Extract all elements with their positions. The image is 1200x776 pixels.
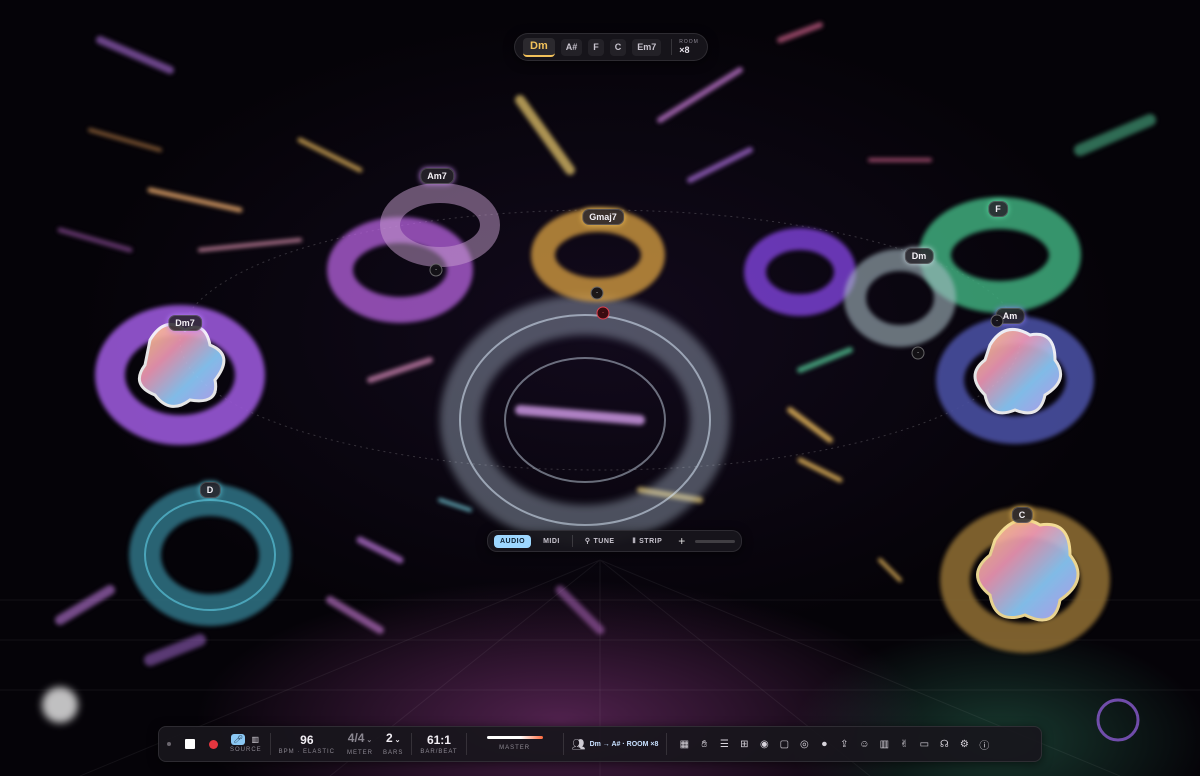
source-label: SOURCE bbox=[230, 747, 262, 753]
master-volume[interactable]: MASTER bbox=[483, 736, 547, 752]
torus-handle-icon[interactable]: · bbox=[911, 346, 925, 360]
grid-icon[interactable]: ▦ bbox=[675, 739, 693, 750]
add-button[interactable]: + bbox=[674, 534, 689, 548]
meter-label: METER bbox=[347, 750, 374, 756]
chord-label-dm7[interactable]: Dm7 bbox=[168, 315, 202, 331]
divider bbox=[269, 733, 271, 755]
stop-button[interactable] bbox=[185, 739, 195, 749]
chord-label-am7[interactable]: Am7 bbox=[420, 168, 454, 184]
bottom-right-ring bbox=[1096, 698, 1140, 742]
bars-value: 2 bbox=[385, 731, 393, 745]
meter-control[interactable]: 4/4 ⌄ METER bbox=[347, 731, 373, 757]
help-icon[interactable]: ⓘ bbox=[975, 737, 993, 752]
torus-d bbox=[129, 484, 291, 626]
torus-handle-icon[interactable]: · bbox=[429, 263, 443, 277]
status-dot bbox=[167, 742, 171, 746]
audio-mode-button[interactable]: AUDIO bbox=[494, 534, 532, 548]
bars-control[interactable]: 2 ⌄ BARS bbox=[383, 731, 403, 757]
scene-canvas[interactable]: Dm A# F C Em7 ROOM ×8 Am7 Gmaj7 Dm7 F Dm… bbox=[0, 0, 1200, 776]
torus-dm bbox=[844, 249, 956, 347]
microphone-icon[interactable]: 🎤︎ bbox=[231, 734, 246, 745]
torus-handle-icon[interactable]: · bbox=[990, 314, 1004, 328]
folder-icon[interactable]: ▭ bbox=[915, 739, 933, 750]
masks-icon[interactable]: ☺ bbox=[855, 739, 873, 750]
meter-value: 4/4 bbox=[347, 731, 365, 745]
divider bbox=[666, 733, 668, 755]
chord-chip-1[interactable]: Dm bbox=[523, 37, 555, 57]
strip-button[interactable]: ⦀ STRIP bbox=[627, 535, 669, 548]
keyboard-icon[interactable]: ▥ bbox=[250, 735, 260, 744]
chord-chip-3[interactable]: F bbox=[588, 38, 604, 56]
torus-c bbox=[940, 507, 1110, 653]
position-value: 61:1 bbox=[426, 732, 451, 747]
chord-label-f[interactable]: F bbox=[988, 201, 1008, 217]
divider bbox=[571, 535, 573, 547]
pads-icon[interactable]: ⊞ bbox=[735, 739, 753, 750]
target-icon[interactable]: ◎ bbox=[795, 739, 813, 750]
strip-label: STRIP bbox=[639, 537, 663, 545]
room-value: ×8 bbox=[679, 45, 690, 55]
bars-label: BARS bbox=[383, 750, 404, 756]
bpm-control[interactable]: 96 BPM · ELASTIC bbox=[279, 733, 335, 756]
package-icon[interactable]: ▢ bbox=[775, 739, 793, 750]
midi-mode-button[interactable]: MIDI bbox=[537, 535, 566, 548]
divider bbox=[465, 733, 467, 755]
input-mode-bar: AUDIO MIDI ⚲ TUNE ⦀ STRIP + bbox=[487, 530, 743, 552]
bpm-label: BPM · ELASTIC bbox=[278, 748, 336, 755]
master-label: MASTER bbox=[499, 745, 531, 751]
torus-am bbox=[936, 316, 1094, 444]
chord-label-gmaj7[interactable]: Gmaj7 bbox=[582, 209, 624, 225]
torus-f bbox=[919, 197, 1081, 313]
gesture-icon[interactable]: ✋︎ bbox=[695, 739, 713, 750]
position-label: BAR/BEAT bbox=[420, 748, 458, 755]
torus-violet bbox=[744, 228, 856, 316]
piano-icon[interactable]: ▥ bbox=[875, 739, 893, 750]
users-icon: 👥︎ bbox=[571, 738, 586, 751]
input-level-slider[interactable] bbox=[695, 539, 736, 543]
source-selector[interactable]: 🎤︎ ▥ SOURCE bbox=[230, 734, 262, 754]
position-display[interactable]: 61:1 BAR/BEAT bbox=[420, 733, 457, 756]
route-text: Dm → A# · ROOM ×8 bbox=[589, 740, 659, 748]
divider bbox=[411, 733, 413, 755]
chord-chip-2[interactable]: A# bbox=[560, 38, 583, 56]
torus-gmaj7 bbox=[531, 208, 665, 302]
bottom-left-glow bbox=[42, 687, 78, 723]
chevron-down-icon: ⌄ bbox=[364, 737, 373, 744]
share-icon[interactable]: ⇪ bbox=[835, 739, 853, 750]
hand-wave-icon[interactable]: ✌︎ bbox=[895, 739, 913, 750]
record-arm-icon[interactable]: · bbox=[596, 306, 610, 320]
record-circle-icon[interactable]: ⏺︎ bbox=[815, 739, 833, 750]
chord-label-c[interactable]: C bbox=[1011, 507, 1033, 523]
master-volume-slider[interactable] bbox=[486, 736, 543, 739]
settings-icon[interactable]: ⚙︎ bbox=[955, 739, 973, 750]
chord-chip-4[interactable]: C bbox=[609, 38, 627, 56]
tune-label: TUNE bbox=[593, 537, 615, 545]
strip-icon: ⦀ bbox=[632, 537, 637, 545]
room-route[interactable]: 👥︎ Dm → A# · ROOM ×8 bbox=[572, 738, 659, 751]
divider bbox=[562, 733, 564, 755]
tuning-fork-icon: ⚲ bbox=[584, 537, 591, 545]
chord-label-dm[interactable]: Dm bbox=[904, 248, 934, 264]
chevron-down-icon: ⌄ bbox=[392, 737, 401, 744]
broadcast-icon[interactable]: ◉ bbox=[755, 739, 773, 750]
transport-bar: 🎤︎ ▥ SOURCE 96 BPM · ELASTIC 4/4 ⌄ METER… bbox=[158, 726, 1042, 762]
torus-handle-icon[interactable]: · bbox=[590, 286, 604, 300]
room-count[interactable]: ROOM ×8 bbox=[671, 39, 699, 55]
torus-dm7 bbox=[95, 305, 265, 445]
scene-backdrop bbox=[0, 22, 1200, 776]
record-button[interactable] bbox=[209, 739, 218, 749]
headphones-icon[interactable]: ☊ bbox=[935, 739, 953, 750]
bpm-value: 96 bbox=[300, 732, 314, 747]
chord-chip-5[interactable]: Em7 bbox=[632, 38, 662, 56]
chord-label-d[interactable]: D bbox=[199, 482, 221, 498]
chord-progression-strip: Dm A# F C Em7 ROOM ×8 bbox=[514, 33, 708, 61]
mixer-icon[interactable]: ☰ bbox=[715, 739, 733, 750]
tune-button[interactable]: ⚲ TUNE bbox=[579, 535, 621, 548]
torus-am7 bbox=[327, 183, 500, 323]
